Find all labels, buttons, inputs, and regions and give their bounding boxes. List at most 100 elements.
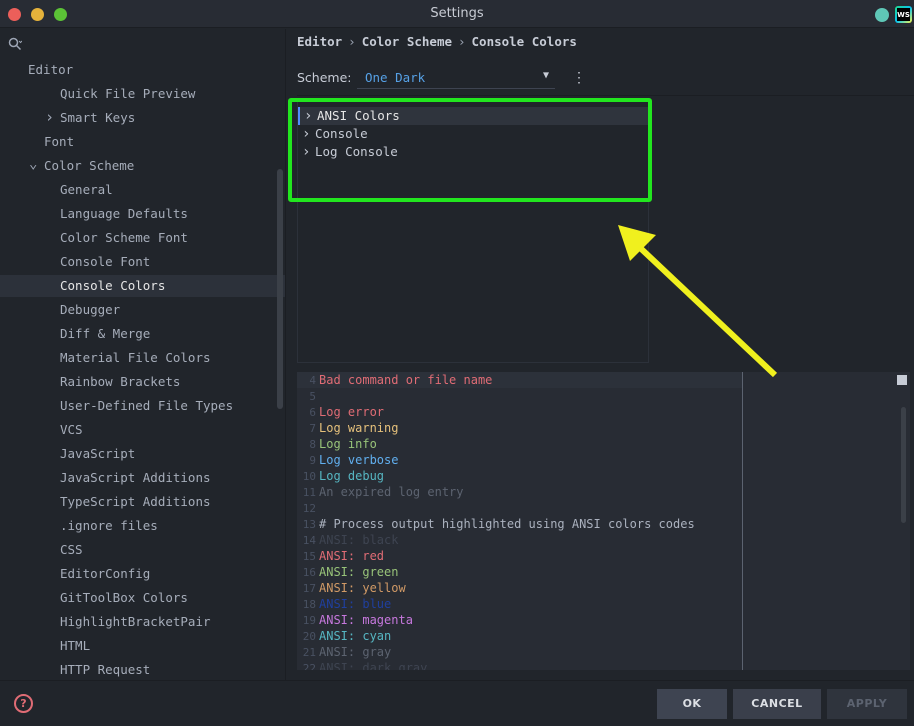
apply-button[interactable]: APPLY	[827, 689, 907, 719]
code-token: Log	[319, 453, 348, 467]
chevron-right-icon[interactable]: ›	[304, 107, 312, 125]
chevron-right-icon[interactable]: ›	[302, 125, 310, 143]
code-token: An expired log entry	[319, 485, 464, 499]
sidebar-item-highlightbracketpair[interactable]: HighlightBracketPair	[60, 611, 211, 633]
code-line: 10 Log debug	[297, 468, 384, 484]
scheme-value: One Dark	[365, 70, 426, 85]
code-token: cyan	[362, 629, 392, 643]
scheme-dropdown[interactable]: One Dark ▼	[357, 67, 555, 89]
line-number: 6	[309, 406, 316, 419]
code-token: ANSI: black	[319, 533, 399, 547]
code-token: Log	[319, 437, 348, 451]
sidebar-item-editor[interactable]: Editor	[28, 59, 73, 81]
preview-scrollbar[interactable]	[901, 407, 906, 523]
sidebar-item-user-defined-file-types[interactable]: User-Defined File Types	[60, 395, 233, 417]
line-number: 5	[309, 390, 316, 403]
line-number: 14	[302, 534, 316, 547]
line-number: 10	[302, 470, 316, 483]
code-line: 18 ANSI: blue	[297, 596, 392, 612]
ok-button[interactable]: OK	[657, 689, 727, 719]
code-line: 17 ANSI: yellow	[297, 580, 406, 596]
chevron-down-icon: ▼	[542, 70, 549, 81]
settings-sidebar: Editor Quick File Preview Smart Keys › Font C…	[0, 29, 286, 680]
title-bar: Settings WS	[0, 0, 914, 28]
preview-editor[interactable]: 4 Bad command or file name 5 6 Log error 7 Log…	[297, 372, 910, 670]
sidebar-item-http-request[interactable]: HTTP Request	[60, 659, 150, 680]
code-token: debug	[347, 469, 385, 483]
sidebar-item-rainbow-brackets[interactable]: Rainbow Brackets	[60, 371, 180, 393]
code-token: magenta	[362, 613, 413, 627]
code-line: 22 ANSI: dark gray	[297, 660, 428, 670]
code-token: ANSI:	[319, 645, 363, 659]
code-token: green	[362, 565, 399, 579]
sidebar-item-editorconfig[interactable]: EditorConfig	[60, 563, 150, 585]
sidebar-item-language-defaults[interactable]: Language Defaults	[60, 203, 188, 225]
sidebar-item-vcs[interactable]: VCS	[60, 419, 83, 441]
code-token: yellow	[362, 581, 406, 595]
line-number: 19	[302, 614, 316, 627]
color-category-tree: › ANSI Colors › Console › Log Console	[297, 99, 649, 363]
code-token: # Process output highlighted using ANSI …	[319, 517, 695, 531]
sidebar-item-general[interactable]: General	[60, 179, 113, 201]
code-token: red	[362, 549, 385, 563]
sidebar-item-smart-keys[interactable]: Smart Keys	[60, 107, 135, 129]
code-line: 20 ANSI: cyan	[297, 628, 392, 644]
line-number: 20	[302, 630, 316, 643]
sidebar-item-typescript-additions[interactable]: TypeScript Additions	[60, 491, 211, 513]
sidebar-item-html[interactable]: HTML	[60, 635, 90, 657]
search-icon[interactable]	[8, 37, 24, 53]
chevron-right-icon[interactable]: ›	[302, 143, 310, 161]
code-token: ANSI:	[319, 581, 363, 595]
sidebar-item-diff-merge[interactable]: Diff & Merge	[60, 323, 150, 345]
code-line: 13 # Process output highlighted using ANS…	[297, 516, 695, 532]
chevron-down-icon[interactable]: ⌄	[29, 156, 37, 172]
code-token: ANSI: dark gray	[319, 661, 428, 670]
breadcrumb-console-colors: Console Colors	[471, 34, 577, 49]
code-token: Bad command or file name	[319, 373, 493, 387]
category-log-console[interactable]: › Log Console	[298, 143, 648, 161]
sidebar-item-css[interactable]: CSS	[60, 539, 83, 561]
category-label: Log Console	[315, 144, 398, 159]
line-number: 4	[309, 374, 316, 387]
code-token: Log	[319, 405, 348, 419]
code-token: verbose	[347, 453, 399, 467]
sidebar-item-font[interactable]: Font	[44, 131, 74, 153]
breadcrumb-editor[interactable]: Editor	[297, 34, 342, 49]
breadcrumb-separator: ›	[458, 34, 466, 49]
sidebar-item-ignore-files[interactable]: .ignore files	[60, 515, 158, 537]
breadcrumb-separator: ›	[348, 34, 356, 49]
code-token: ANSI:	[319, 613, 363, 627]
code-line: 16 ANSI: green	[297, 564, 399, 580]
cancel-button[interactable]: CANCEL	[733, 689, 821, 719]
sidebar-item-gittoolbox-colors[interactable]: GitToolBox Colors	[60, 587, 188, 609]
sidebar-scrollbar[interactable]	[277, 169, 283, 409]
line-number: 16	[302, 566, 316, 579]
sidebar-item-color-scheme-font[interactable]: Color Scheme Font	[60, 227, 188, 249]
breadcrumb-color-scheme[interactable]: Color Scheme	[362, 34, 452, 49]
sidebar-item-debugger[interactable]: Debugger	[60, 299, 120, 321]
sidebar-item-javascript[interactable]: JavaScript	[60, 443, 135, 465]
category-label: Console	[315, 126, 368, 141]
sidebar-item-console-font[interactable]: Console Font	[60, 251, 150, 273]
line-number: 13	[302, 518, 316, 531]
code-line: 8 Log info	[297, 436, 376, 452]
more-options-icon[interactable]: ⋮	[572, 71, 586, 85]
window-title: Settings	[430, 6, 484, 21]
sidebar-item-quick-file-preview[interactable]: Quick File Preview	[60, 83, 195, 105]
chevron-right-icon[interactable]: ›	[45, 108, 54, 126]
category-ansi-colors[interactable]: › ANSI Colors	[298, 107, 648, 125]
annotation-arrow-icon	[618, 225, 778, 378]
help-icon[interactable]: ?	[14, 694, 33, 713]
sidebar-item-color-scheme[interactable]: Color Scheme	[44, 155, 134, 177]
right-margin-guide	[742, 372, 743, 670]
category-console[interactable]: › Console	[298, 125, 648, 143]
line-number: 22	[302, 662, 316, 670]
line-number: 21	[302, 646, 316, 659]
sidebar-item-console-colors[interactable]: Console Colors	[60, 275, 165, 297]
line-number: 18	[302, 598, 316, 611]
code-token: ANSI:	[319, 549, 363, 563]
line-number: 11	[302, 486, 316, 499]
sidebar-item-javascript-additions[interactable]: JavaScript Additions	[60, 467, 211, 489]
code-line: 11 An expired log entry	[297, 484, 464, 500]
sidebar-item-material-file-colors[interactable]: Material File Colors	[60, 347, 211, 369]
